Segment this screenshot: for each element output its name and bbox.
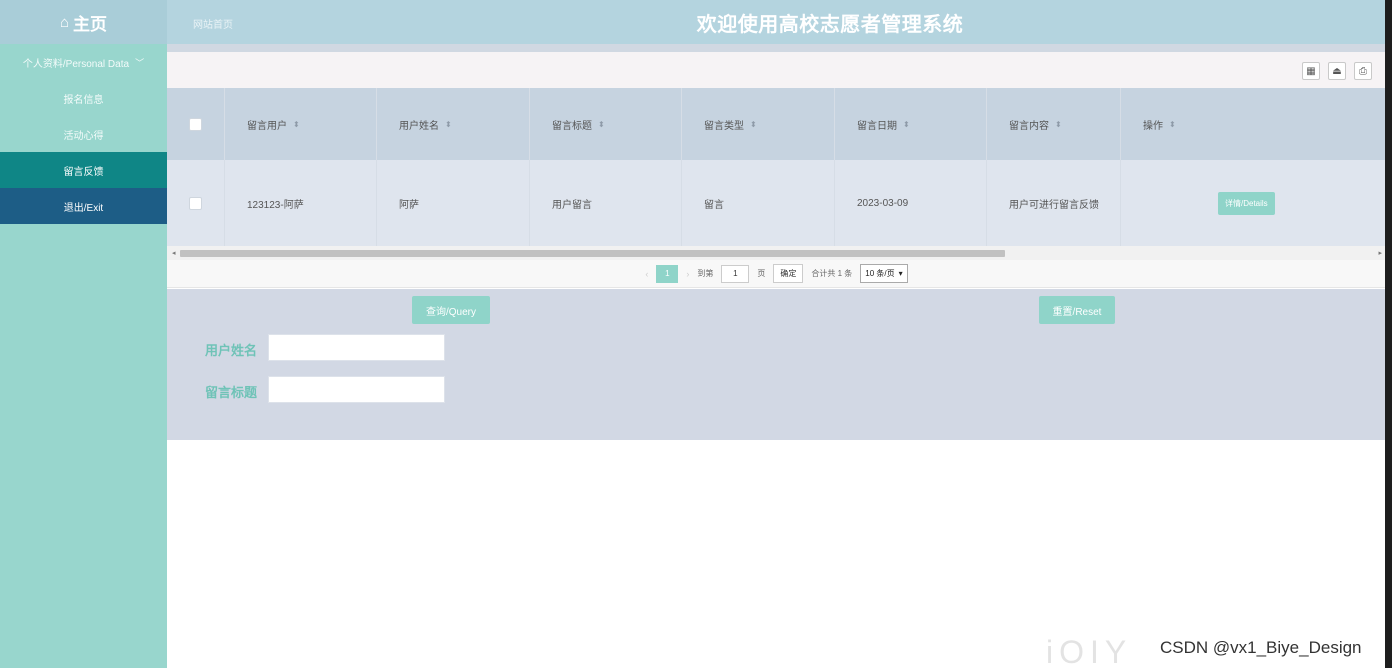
sidebar-item-feedback[interactable]: 留言反馈 — [0, 152, 167, 188]
current-page-button[interactable]: 1 — [656, 264, 679, 283]
header-checkbox-cell — [167, 88, 225, 160]
row-checkbox-cell — [167, 160, 225, 246]
table-toolbar: ▦ ⏏ ⎙ — [167, 52, 1386, 88]
select-all-checkbox[interactable] — [189, 117, 202, 131]
sort-icon: ⬍ — [445, 119, 452, 129]
header-name[interactable]: 用户姓名 ⬍ — [377, 88, 530, 160]
export-icon[interactable]: ⏏ — [1328, 62, 1346, 80]
scroll-right-icon[interactable]: ▸ — [1378, 249, 1382, 257]
sidebar: 个人资料/Personal Data ﹀ 报名信息 活动心得 留言反馈 退出/E… — [0, 44, 167, 668]
cell-date: 2023-03-09 — [835, 160, 987, 246]
row-checkbox[interactable] — [189, 196, 202, 210]
home-label: 主页 — [73, 14, 108, 34]
page-title: 欢迎使用高校志愿者管理系统 — [696, 14, 964, 36]
message-title-label: 留言标题 — [205, 385, 258, 400]
table-row: 123123-阿萨 阿萨 用户留言 留言 2023-03-09 用户可进行留言反… — [167, 160, 1386, 246]
csdn-watermark: CSDN @vx1_Biye_Design — [1160, 638, 1362, 657]
sort-icon: ⬍ — [293, 119, 300, 129]
header-user[interactable]: 留言用户 ⬍ — [225, 88, 377, 160]
cell-title: 用户留言 — [530, 160, 682, 246]
feedback-table: 留言用户 ⬍ 用户姓名 ⬍ 留言标题 ⬍ 留言类型 ⬍ 留言日期 ⬍ 留言内容 ⬍ 操作 ⬍ … — [167, 88, 1386, 246]
query-button[interactable]: 查询/Query — [412, 296, 490, 324]
cell-type: 留言 — [682, 160, 835, 246]
goto-label: 到第 — [697, 269, 714, 278]
header-type[interactable]: 留言类型 ⬍ — [682, 88, 835, 160]
page-size-value: 10 条/页 — [865, 269, 895, 278]
sidebar-item-activity-notes[interactable]: 活动心得 — [0, 116, 167, 152]
print-icon[interactable]: ⎙ — [1354, 62, 1372, 80]
message-title-input[interactable] — [268, 376, 445, 403]
scrollbar-thumb[interactable] — [180, 250, 1005, 257]
sort-icon: ⬍ — [903, 119, 910, 129]
main-top-strip — [167, 44, 1386, 52]
table-header-row: 留言用户 ⬍ 用户姓名 ⬍ 留言标题 ⬍ 留言类型 ⬍ 留言日期 ⬍ 留言内容 ⬍ 操作 ⬍ — [167, 88, 1386, 160]
header-title[interactable]: 留言标题 ⬍ — [530, 88, 682, 160]
page-input[interactable]: 1 — [721, 264, 750, 283]
scroll-left-icon[interactable]: ◂ — [172, 249, 176, 257]
details-button[interactable]: 详情/Details — [1218, 191, 1275, 215]
sort-icon: ⬍ — [1055, 119, 1062, 129]
sort-icon: ⬍ — [750, 119, 757, 129]
cell-name: 阿萨 — [377, 160, 530, 246]
sidebar-item-registration[interactable]: 报名信息 — [0, 80, 167, 116]
chevron-down-icon: ﹀ — [135, 57, 145, 68]
columns-icon[interactable]: ▦ — [1302, 62, 1320, 80]
home-button[interactable]: ⌂ 主页 — [0, 0, 167, 44]
header-date[interactable]: 留言日期 ⬍ — [835, 88, 987, 160]
window-edge — [1385, 0, 1392, 668]
cell-actions: 详情/Details — [1121, 160, 1386, 246]
page-size-select[interactable]: 10 条/页 ▾ — [860, 264, 908, 283]
sort-icon: ⬍ — [598, 119, 605, 129]
chevron-down-icon: ▾ — [898, 269, 903, 278]
sort-icon: ⬍ — [1169, 119, 1176, 129]
sidebar-item-exit[interactable]: 退出/Exit — [0, 188, 167, 224]
total-count: 合计共 1 条 — [811, 269, 853, 278]
sidebar-group-label: 个人资料/Personal Data — [22, 58, 130, 70]
header-actions[interactable]: 操作 ⬍ — [1121, 88, 1386, 160]
site-home-link[interactable]: 网站首页 — [193, 16, 233, 31]
cell-content: 用户可进行留言反馈 — [987, 160, 1121, 246]
prev-page-button[interactable]: ‹ — [645, 269, 648, 279]
top-bar: ⌂ 主页 网站首页 欢迎使用高校志愿者管理系统 — [0, 0, 1386, 44]
next-page-button[interactable]: › — [686, 269, 689, 279]
user-name-input[interactable] — [268, 334, 445, 361]
header-content[interactable]: 留言内容 ⬍ — [987, 88, 1121, 160]
pagination: ‹ 1 › 到第 1 页 确定 合计共 1 条 10 条/页 ▾ — [167, 260, 1386, 288]
confirm-page-button[interactable]: 确定 — [773, 264, 804, 283]
watermark-logo: iOIY — [1046, 634, 1133, 670]
search-panel: 查询/Query 重置/Reset 用户姓名 留言标题 — [167, 289, 1386, 440]
horizontal-scrollbar[interactable]: ◂ ▸ — [167, 246, 1386, 260]
reset-button[interactable]: 重置/Reset — [1039, 296, 1115, 324]
user-name-label: 用户姓名 — [205, 343, 258, 358]
sidebar-group-personal-data[interactable]: 个人资料/Personal Data ﹀ — [0, 44, 167, 80]
page-unit-label: 页 — [757, 269, 766, 278]
home-icon: ⌂ — [59, 13, 70, 31]
cell-user: 123123-阿萨 — [225, 160, 377, 246]
